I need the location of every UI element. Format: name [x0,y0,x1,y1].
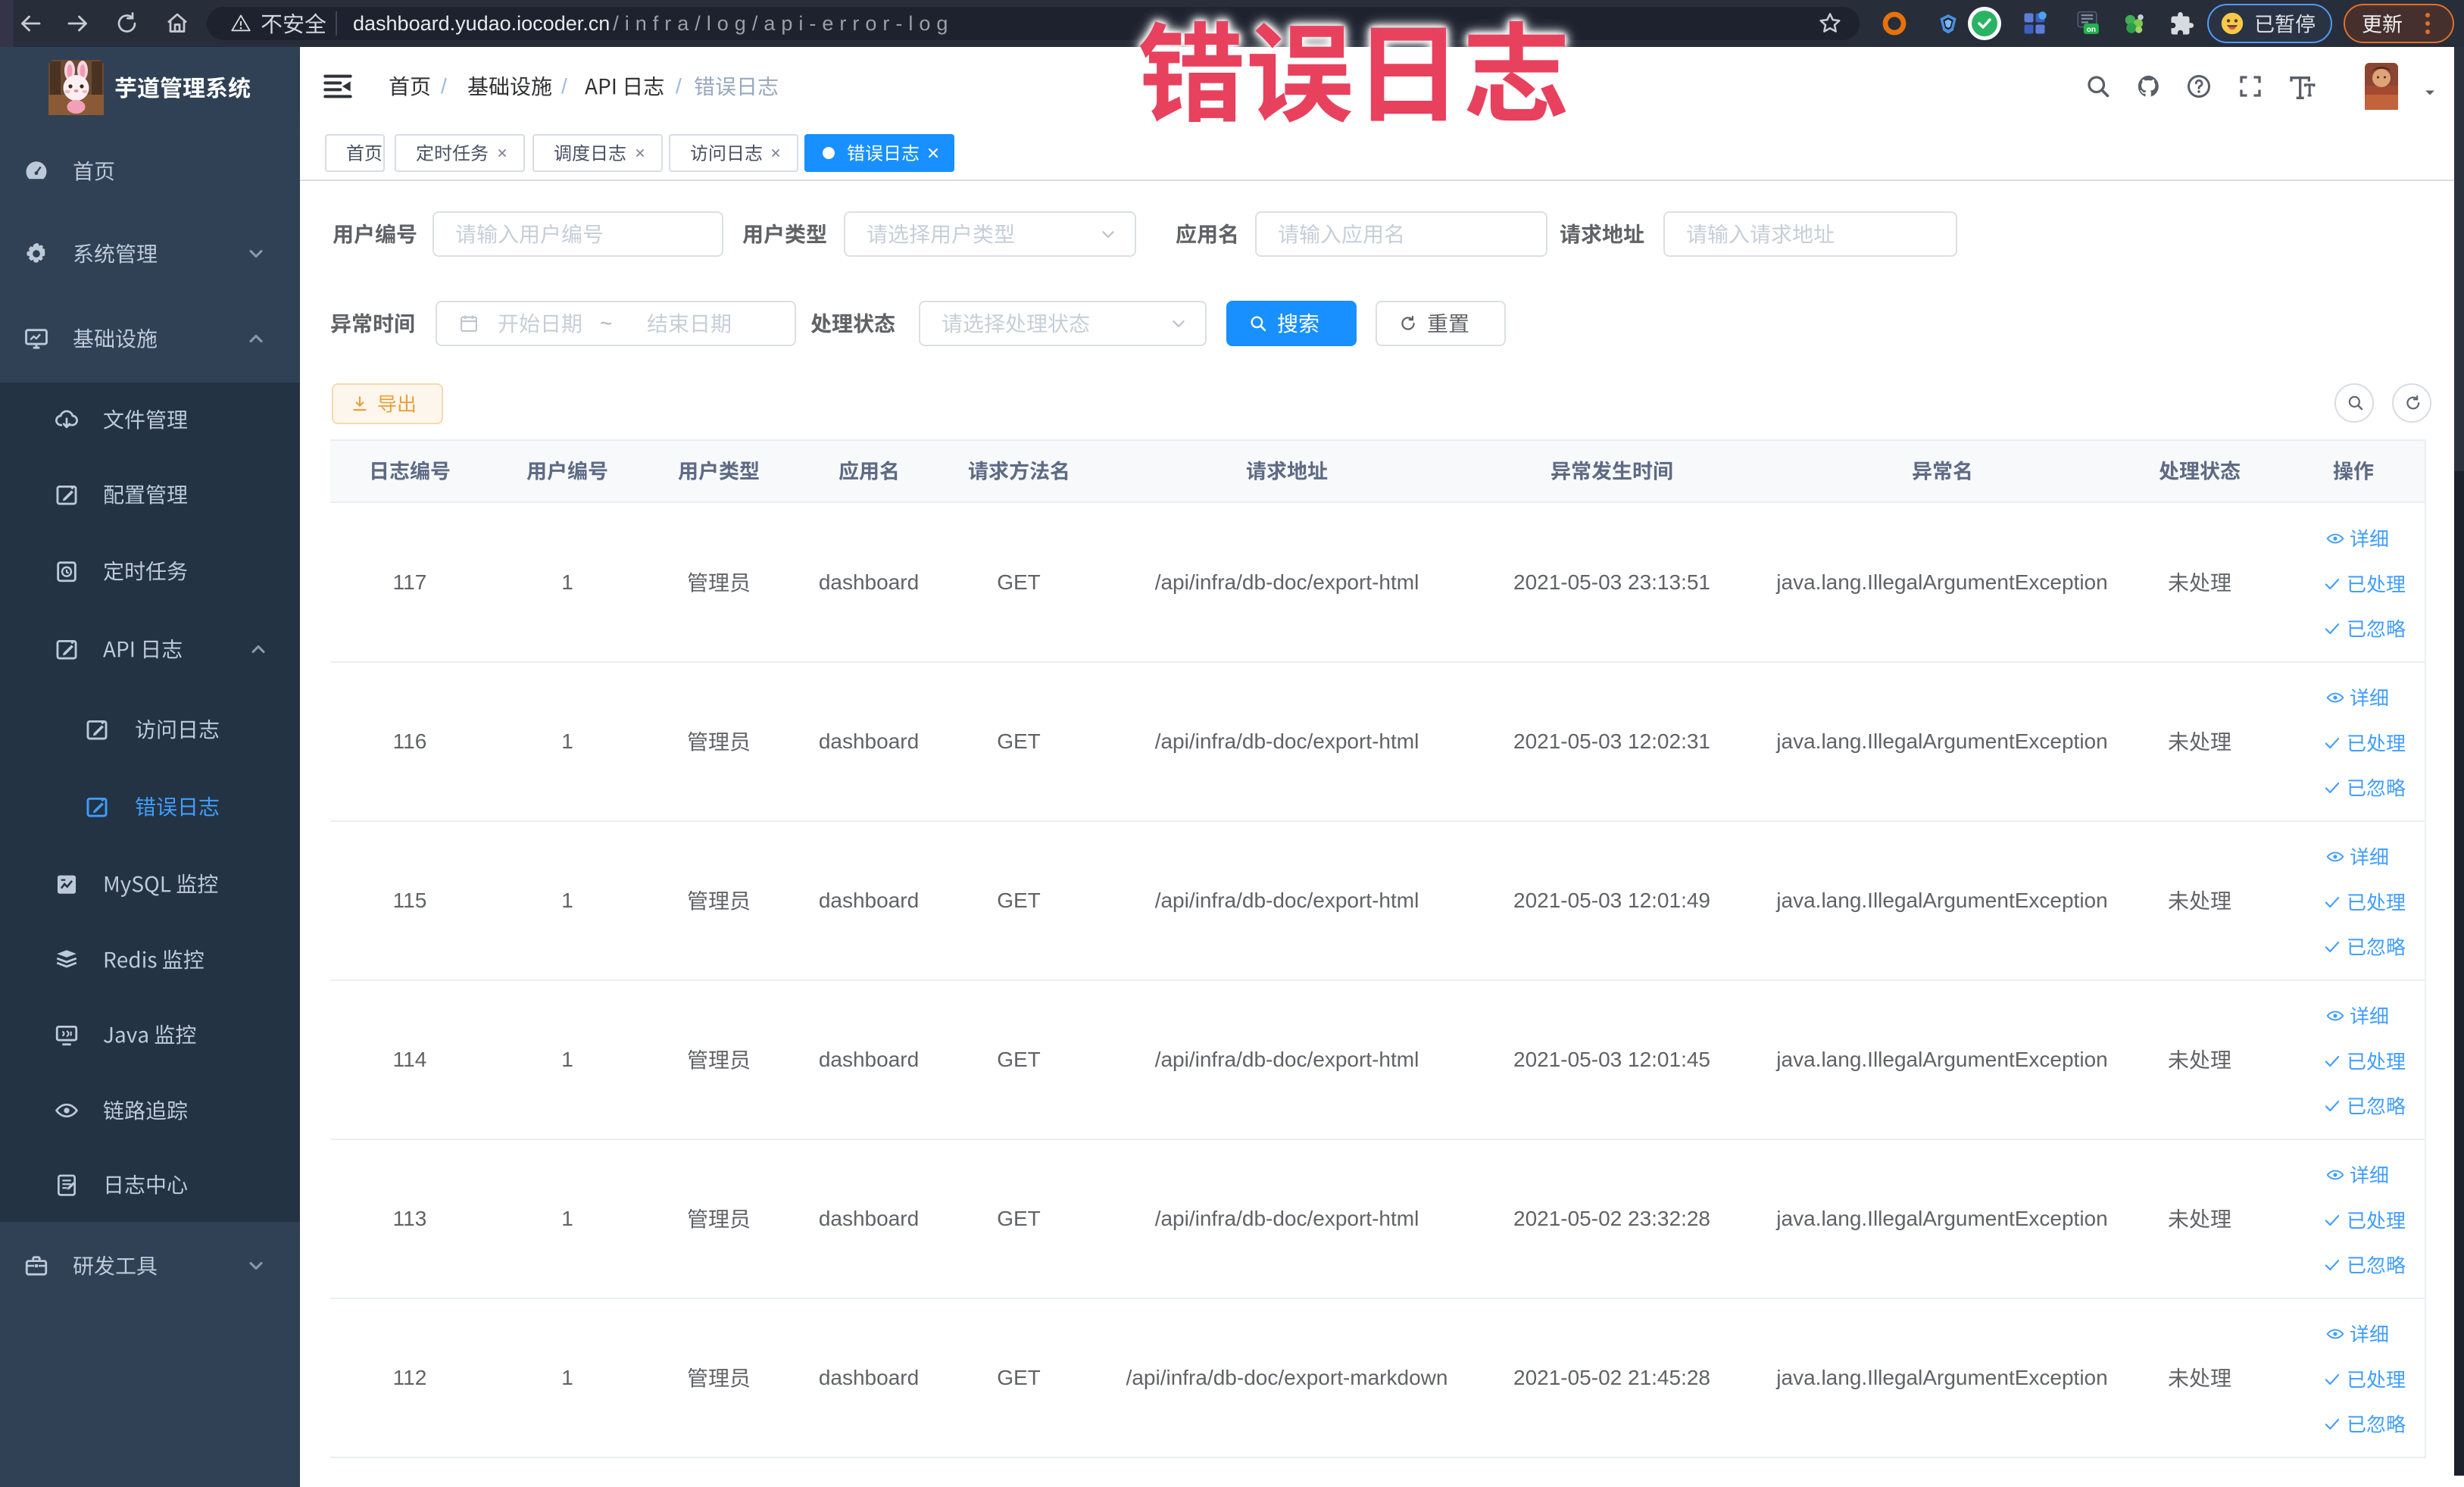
svg-text:on: on [2087,26,2096,34]
